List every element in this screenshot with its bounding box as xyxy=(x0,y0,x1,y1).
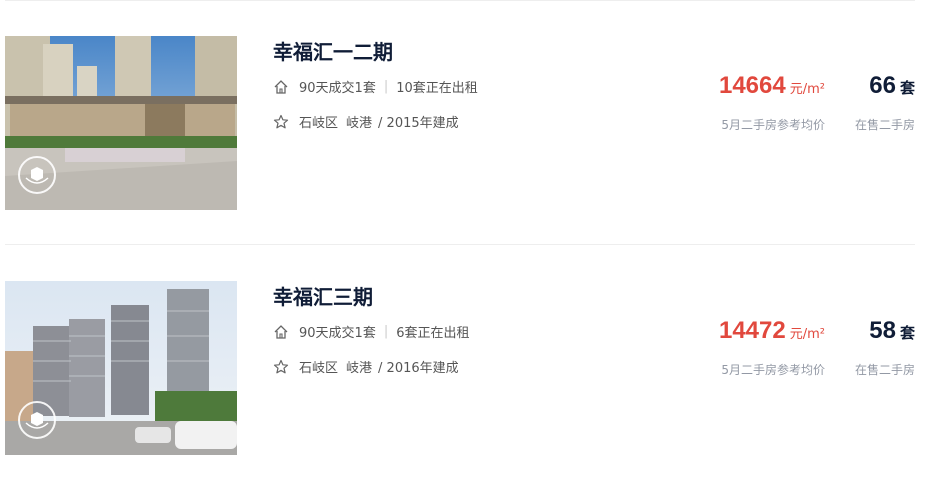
count-value: 66 xyxy=(869,72,896,99)
district-link[interactable]: 石岐区 xyxy=(299,357,338,376)
area-link[interactable]: 岐港 xyxy=(346,357,372,376)
house-icon xyxy=(273,324,289,340)
star-icon xyxy=(273,359,289,375)
vr-icon[interactable] xyxy=(18,156,56,194)
rent-link[interactable]: 10套正在出租 xyxy=(396,77,478,96)
on-sale-count[interactable]: 66 套 xyxy=(869,72,915,100)
separator: | xyxy=(383,324,389,339)
build-year: / 2015年建成 xyxy=(378,116,459,131)
avg-price: 14472 元/m² xyxy=(719,317,825,345)
rent-link[interactable]: 6套正在出租 xyxy=(396,322,469,341)
price-label: 5月二手房参考均价 xyxy=(721,363,825,377)
area-link[interactable]: 岐港 xyxy=(346,112,372,131)
listing-location: 石岐区 岐港 / 2016年建成 xyxy=(273,357,459,376)
listing-deal-info: 90天成交1套 | 6套正在出租 xyxy=(273,322,470,341)
listing-title[interactable]: 幸福汇一二期 xyxy=(273,36,393,65)
price-unit: 元/m² xyxy=(789,327,825,342)
count-label: 在售二手房 xyxy=(854,363,915,377)
build-year: / 2016年建成 xyxy=(378,361,459,376)
vr-icon[interactable] xyxy=(18,401,56,439)
divider xyxy=(5,0,915,1)
price-unit: 元/m² xyxy=(789,82,825,97)
price-label: 5月二手房参考均价 xyxy=(721,118,825,132)
divider xyxy=(5,244,915,245)
star-icon xyxy=(273,114,289,130)
count-unit: 套 xyxy=(899,324,915,342)
list-item: 幸福汇一二期 90天成交1套 | 10套正在出租 石岐区 岐港 / 2015年建… xyxy=(0,36,945,212)
count-value: 58 xyxy=(869,317,896,344)
listing-location: 石岐区 岐港 / 2015年建成 xyxy=(273,112,459,131)
listing-thumbnail[interactable] xyxy=(5,281,237,455)
avg-price: 14664 元/m² xyxy=(719,72,825,100)
price-value: 14472 xyxy=(718,317,786,344)
listing-deal-info: 90天成交1套 | 10套正在出租 xyxy=(273,77,478,96)
count-label: 在售二手房 xyxy=(854,118,915,132)
on-sale-count[interactable]: 58 套 xyxy=(869,317,915,345)
price-value: 14664 xyxy=(718,72,786,99)
separator: | xyxy=(383,79,389,94)
deals-link[interactable]: 90天成交1套 xyxy=(299,77,376,96)
district-link[interactable]: 石岐区 xyxy=(299,112,338,131)
listing-thumbnail[interactable] xyxy=(5,36,237,210)
count-unit: 套 xyxy=(899,79,915,97)
list-item: 幸福汇三期 90天成交1套 | 6套正在出租 石岐区 岐港 / 2016年建成 … xyxy=(0,281,945,457)
listing-title[interactable]: 幸福汇三期 xyxy=(273,281,373,310)
house-icon xyxy=(273,79,289,95)
community-list: 幸福汇一二期 90天成交1套 | 10套正在出租 石岐区 岐港 / 2015年建… xyxy=(0,0,945,478)
deals-link[interactable]: 90天成交1套 xyxy=(299,322,376,341)
